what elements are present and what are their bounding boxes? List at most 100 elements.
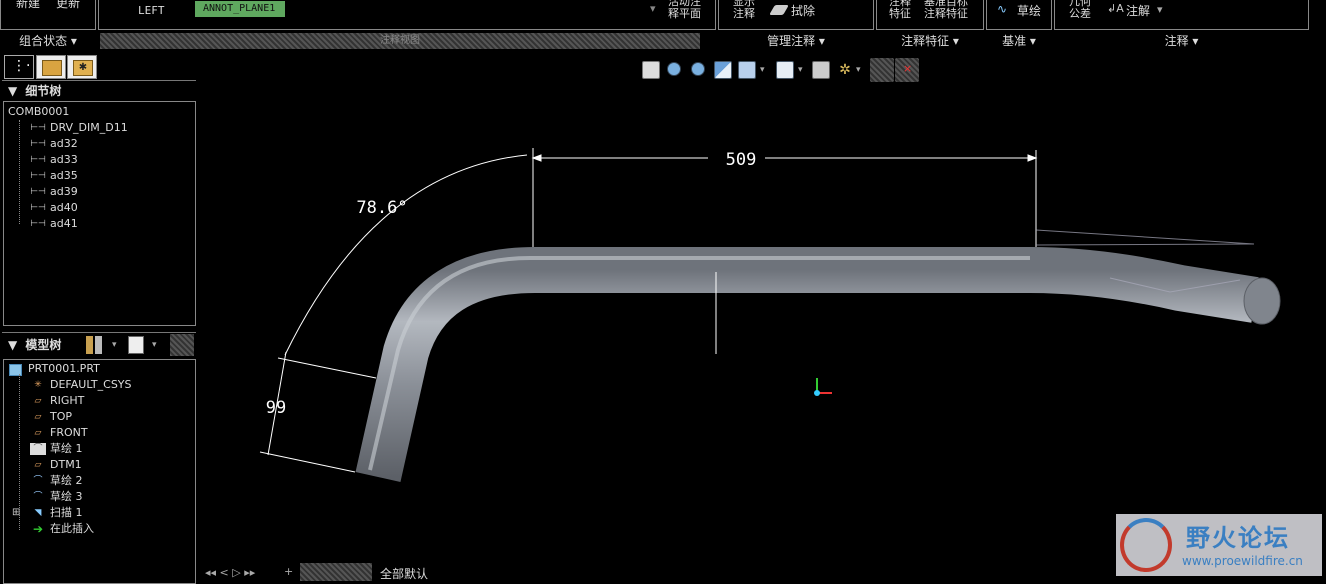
settings-tools-icon[interactable] — [86, 336, 102, 354]
view-manager-icon[interactable] — [812, 61, 830, 79]
dimension-icon: ⊢⊣ — [30, 219, 46, 229]
part-icon — [9, 364, 22, 376]
detail-tree-item[interactable]: ⊢⊣ DRV_DIM_D11 — [4, 120, 184, 136]
spin-center-icon[interactable]: × — [895, 58, 919, 82]
model-tree-item-label: 草绘 1 — [50, 442, 83, 455]
annotation-group-dropdown-icon: ▾ — [1188, 34, 1199, 48]
datum-plane-icon: ▱ — [34, 412, 42, 422]
annotation-dropdown-icon[interactable]: ▾ — [1157, 4, 1163, 16]
sweep-icon: ◥ — [34, 508, 42, 518]
erase-button[interactable]: 拭除 — [791, 5, 815, 17]
model-tree-item[interactable]: ▱ FRONT — [4, 425, 184, 441]
geom-tolerance-label-2: 公差 — [1069, 7, 1091, 20]
datum-plane-icon: ▱ — [34, 428, 42, 438]
sketch-arc-icon: ⌒ — [33, 476, 43, 486]
dimension-509[interactable] — [531, 148, 1038, 247]
sketch-button[interactable]: 草绘 — [1017, 5, 1041, 17]
show-annotation-button[interactable]: 显示 注释 — [733, 0, 755, 20]
zoom-out-icon[interactable] — [690, 61, 708, 79]
model-tree-item[interactable]: ⌒ 草绘 2 — [4, 473, 184, 489]
model-tree-item[interactable]: ✳ DEFAULT_CSYS — [4, 377, 184, 393]
tab-folder-browser[interactable] — [36, 55, 66, 79]
manage-annotation-menu[interactable]: 管理注释 ▾ — [718, 32, 874, 50]
annotation-view-bar[interactable]: 注释视图 — [100, 33, 700, 49]
annotation-menu[interactable]: 注释 ▾ — [1054, 32, 1309, 50]
forum-title: 野火论坛 — [1186, 524, 1290, 552]
angle-dimension-text[interactable]: 78.6° — [356, 198, 407, 218]
detail-tree-item-label: ad35 — [50, 169, 78, 182]
display-style-icon[interactable] — [738, 61, 756, 79]
refit-icon[interactable] — [642, 61, 660, 79]
detail-tree-item[interactable]: ⊢⊣ ad33 — [4, 152, 184, 168]
combo-state-menu[interactable]: 组合状态 ▾ — [0, 32, 96, 50]
annotation-button[interactable]: 注解 — [1126, 5, 1150, 17]
detail-tree-item[interactable]: ⊢⊣ ad40 — [4, 200, 184, 216]
detail-tree-item[interactable]: ⊢⊣ ad41 — [4, 216, 184, 232]
settings-dropdown-icon[interactable]: ▾ — [112, 333, 117, 357]
annotation-display-icon[interactable] — [870, 58, 894, 82]
dimension-icon: ⊢⊣ — [30, 171, 46, 181]
model-tree-item-label: 草绘 3 — [50, 490, 83, 503]
active-annot-plane-button[interactable]: 活动注 释平面 — [668, 0, 701, 20]
datum-menu[interactable]: 基准 ▾ — [986, 32, 1052, 50]
detail-tree-item[interactable]: ⊢⊣ ad39 — [4, 184, 184, 200]
model-tree-item[interactable]: PRT0001.PRT — [4, 361, 184, 377]
insert-arrow-icon: ➔ — [32, 522, 44, 536]
zoom-in-icon[interactable] — [666, 61, 684, 79]
model-tree-item[interactable]: ⊞ ◥ 扫描 1 — [4, 505, 184, 521]
new-button[interactable]: 新建 — [16, 0, 40, 9]
ribbon-new-update-group — [0, 0, 96, 30]
annotation-feature-label: 注释特征 — [901, 34, 950, 48]
repaint-icon[interactable] — [714, 61, 732, 79]
graphics-canvas[interactable]: 509 78.6° 99 — [200, 82, 1326, 581]
active-annot-plane-label-2: 释平面 — [668, 7, 701, 20]
detail-tree-header[interactable]: ▼ 细节树 — [2, 80, 196, 101]
saved-views-icon[interactable] — [776, 61, 794, 79]
status-filter-label[interactable]: 全部默认 — [380, 568, 428, 580]
model-tree-item-label: RIGHT — [50, 394, 85, 407]
view-orientation-label[interactable]: LEFT — [138, 5, 165, 17]
tab-model-tree[interactable]: ⋮· — [4, 55, 34, 79]
datum-plane-icon: ▱ — [34, 460, 42, 470]
annot-feature-button[interactable]: 注释 特征 — [889, 0, 911, 20]
show-list-icon[interactable] — [128, 336, 144, 354]
show-dropdown-icon[interactable]: ▾ — [152, 333, 157, 357]
pipe-body[interactable] — [355, 247, 1259, 483]
detail-tree-item-label: ad32 — [50, 137, 78, 150]
forum-url: www.proewildfire.cn — [1182, 554, 1303, 568]
driven-dimension-icon: ⊢⊣ — [30, 123, 46, 133]
detail-tree-item[interactable]: ⊢⊣ ad32 — [4, 136, 184, 152]
model-tree-item[interactable]: ➔ 在此插入 — [4, 521, 184, 537]
model-tree-item[interactable]: ⌒ 草绘 1 — [4, 441, 184, 457]
datum-display-icon[interactable]: ✲ — [836, 61, 854, 79]
dimension-99-text[interactable]: 99 — [266, 398, 286, 418]
dimension-509-text[interactable]: 509 — [726, 150, 757, 170]
ribbon-view-group — [98, 0, 716, 30]
model-tree-item[interactable]: ▱ RIGHT — [4, 393, 184, 409]
update-button[interactable]: 更新 — [56, 0, 80, 9]
note-icon: ↲A — [1107, 2, 1124, 15]
tree-structure-icon: ⋮· — [12, 58, 31, 74]
tab-favorites[interactable]: ✱ — [67, 55, 97, 79]
model-tree-item[interactable]: ⌒ 草绘 3 — [4, 489, 184, 505]
datum-target-button[interactable]: 基准目标 注释特征 — [924, 0, 968, 20]
model-tree-item-label: FRONT — [50, 426, 88, 439]
annotation-feature-menu[interactable]: 注释特征 ▾ — [876, 32, 984, 50]
saved-views-dropdown-icon[interactable]: ▾ — [798, 64, 803, 76]
model-tree-header[interactable]: ▼ 模型树 ▾ ▾ — [2, 332, 196, 357]
status-nav-arrows[interactable]: ◂◂ < ▷ ▸▸ — [205, 567, 255, 579]
display-style-dropdown-icon[interactable]: ▾ — [760, 64, 765, 76]
manage-annotation-dropdown-icon: ▾ — [815, 34, 825, 48]
detail-tree-item[interactable]: ⊢⊣ ad35 — [4, 168, 184, 184]
collapse-arrow-icon: ▼ — [8, 84, 18, 98]
model-tree-item[interactable]: ▱ TOP — [4, 409, 184, 425]
datum-display-dropdown-icon[interactable]: ▾ — [856, 64, 861, 76]
annot-plane-value: ANNOT_PLANE1 — [203, 3, 276, 14]
model-tree-item[interactable]: ▱ DTM1 — [4, 457, 184, 473]
filter-icon[interactable] — [170, 334, 194, 356]
status-selection-box[interactable] — [300, 563, 372, 581]
geom-tolerance-button[interactable]: 几何 公差 — [1069, 0, 1091, 20]
annot-plane-field[interactable]: ANNOT_PLANE1 — [195, 1, 285, 17]
add-icon[interactable]: + — [284, 566, 293, 578]
dropdown-arrow-icon[interactable]: ▾ — [650, 3, 656, 15]
